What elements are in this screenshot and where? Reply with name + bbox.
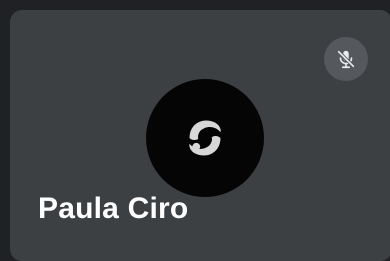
participant-name: Paula Ciro: [38, 192, 189, 225]
mute-indicator: [324, 37, 368, 81]
avatar: [146, 79, 264, 197]
swirl-logo-icon: [189, 120, 221, 156]
microphone-off-icon: [337, 50, 355, 69]
participant-tile[interactable]: Paula Ciro: [10, 10, 390, 261]
